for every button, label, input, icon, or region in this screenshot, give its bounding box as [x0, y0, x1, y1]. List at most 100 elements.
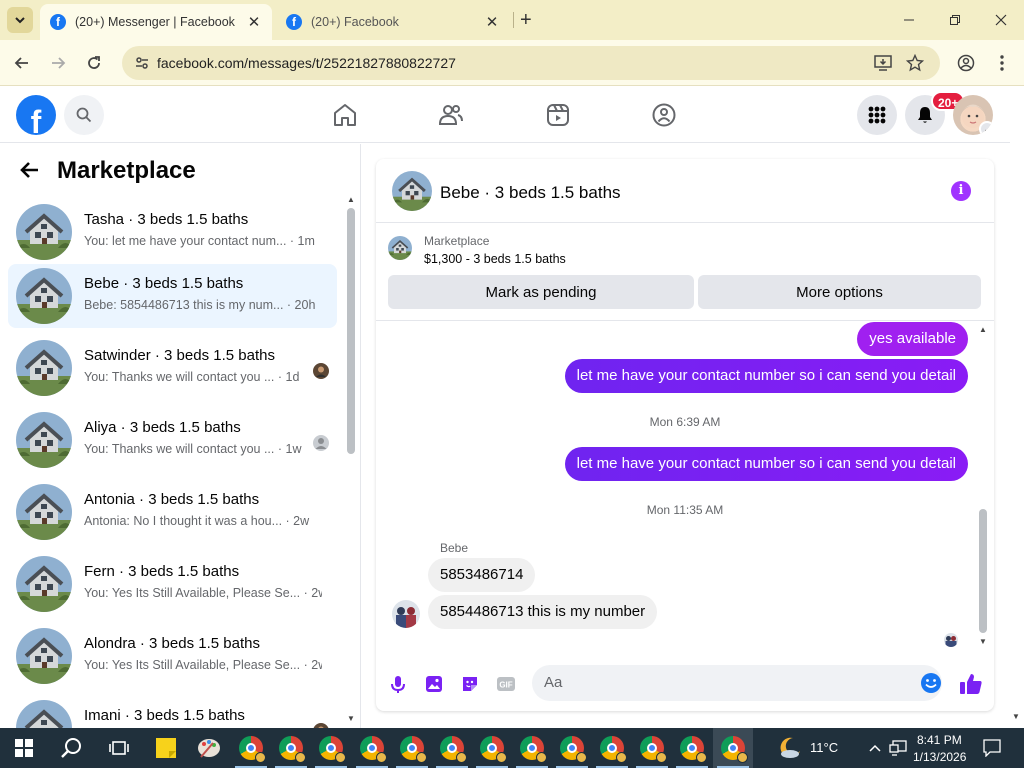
conversation-item[interactable]: Antonia · 3 beds 1.5 baths Antonia: No I… [8, 480, 337, 544]
browser-tab-messenger[interactable]: f (20+) Messenger | Facebook ✕ [40, 4, 272, 40]
reload-button[interactable] [83, 52, 105, 74]
chrome-window-button[interactable] [277, 734, 306, 763]
close-window-button[interactable] [978, 0, 1024, 40]
info-icon[interactable]: i [951, 181, 971, 201]
like-button[interactable] [959, 672, 983, 696]
browser-toolbar: facebook.com/messages/t/2522182788082272… [0, 40, 1024, 86]
weather-temperature[interactable]: 11°C [810, 740, 838, 755]
facebook-favicon-icon: f [286, 14, 302, 30]
scroll-up-arrow-icon[interactable]: ▲ [347, 195, 355, 204]
chat-title[interactable]: Bebe · 3 beds 1.5 baths [440, 183, 621, 203]
conversation-item[interactable]: Tasha · 3 beds 1.5 baths You: let me hav… [8, 200, 337, 264]
conversation-item[interactable]: Fern · 3 beds 1.5 baths You: Yes Its Sti… [8, 552, 337, 616]
chrome-window-button[interactable] [398, 734, 427, 763]
scroll-down-arrow-icon[interactable]: ▼ [979, 637, 987, 646]
chrome-icon [560, 736, 587, 763]
sticky-notes-app[interactable] [152, 734, 180, 762]
page-scroll-down-arrow-icon[interactable]: ▼ [1012, 712, 1020, 721]
chrome-window-button[interactable] [237, 734, 266, 763]
message-timestamp: Mon 11:35 AM [646, 503, 724, 517]
forward-button[interactable] [47, 52, 69, 74]
chrome-window-button[interactable] [638, 734, 667, 763]
groups-nav-button[interactable] [650, 101, 678, 129]
minimize-button[interactable] [886, 0, 932, 40]
grid-menu-icon [868, 106, 886, 124]
sticker-button[interactable] [458, 672, 482, 696]
clock-time[interactable]: 8:41 PM [917, 733, 962, 747]
tab-search-button[interactable] [7, 7, 33, 33]
browser-menu-button[interactable] [991, 52, 1013, 74]
gif-button[interactable]: GIF [494, 672, 518, 696]
taskbar-search-button[interactable] [58, 734, 86, 762]
account-avatar[interactable]: ⌄ [953, 95, 993, 135]
attach-photo-button[interactable] [422, 672, 446, 696]
clock-date[interactable]: 1/13/2026 [913, 750, 966, 764]
weather-widget[interactable] [776, 734, 804, 762]
conversation-time: · 2w [303, 658, 322, 672]
friends-nav-button[interactable] [437, 101, 465, 129]
chrome-window-button[interactable] [678, 734, 707, 763]
conversation-preview: Antonia: No I thought it was a hou... · … [84, 514, 322, 528]
listing-price-title[interactable]: $1,300 - 3 beds 1.5 baths [424, 252, 566, 266]
scrollbar-thumb[interactable] [979, 509, 987, 633]
menu-grid-button[interactable] [857, 95, 897, 135]
network-button[interactable] [884, 734, 912, 762]
bookmark-star-icon[interactable] [905, 53, 925, 73]
close-icon [995, 14, 1007, 26]
tab-close-icon[interactable]: ✕ [246, 13, 262, 31]
conversation-item[interactable]: Imani · 3 beds 1.5 baths [8, 696, 337, 728]
conversation-time: · 1w [277, 442, 302, 456]
restore-button[interactable] [932, 0, 978, 40]
site-info-icon[interactable] [134, 55, 150, 71]
conversation-item[interactable]: Aliya · 3 beds 1.5 baths You: Thanks we … [8, 408, 337, 472]
sender-name: Bebe [440, 541, 469, 555]
tab-close-icon[interactable]: ✕ [484, 13, 500, 31]
conversation-name: Tasha · 3 beds 1.5 baths [84, 211, 249, 228]
voice-clip-button[interactable] [386, 672, 410, 696]
preview-text: You: Yes Its Still Available, Please Se.… [84, 658, 301, 672]
chrome-window-button[interactable] [518, 734, 547, 763]
new-tab-plus-icon[interactable]: + [520, 10, 532, 30]
conversation-item[interactable]: Bebe · 3 beds 1.5 baths Bebe: 5854486713… [8, 264, 337, 328]
more-options-button[interactable]: More options [698, 275, 981, 309]
scroll-up-arrow-icon[interactable]: ▲ [979, 325, 987, 334]
conversation-list-panel: Marketplace Tasha · 3 beds 1.5 baths You… [0, 144, 361, 728]
chrome-window-button[interactable] [719, 734, 748, 763]
chrome-window-button[interactable] [598, 734, 627, 763]
address-bar[interactable]: facebook.com/messages/t/2522182788082272… [122, 46, 940, 80]
chrome-window-button[interactable] [317, 734, 346, 763]
chrome-window-button[interactable] [478, 734, 507, 763]
browser-tab-facebook[interactable]: f (20+) Facebook ✕ [276, 4, 510, 40]
conversation-item[interactable]: Satwinder · 3 beds 1.5 baths You: Thanks… [8, 336, 337, 400]
watch-nav-button[interactable] [544, 101, 572, 129]
install-app-icon[interactable] [873, 53, 893, 73]
chrome-window-button[interactable] [358, 734, 387, 763]
emoji-picker-icon[interactable] [920, 672, 942, 699]
notifications-center-button[interactable] [978, 734, 1006, 762]
back-arrow-icon[interactable] [20, 160, 40, 185]
listing-small-thumbnail[interactable] [388, 236, 412, 260]
back-button[interactable] [11, 52, 33, 74]
chrome-icon [640, 736, 667, 763]
chrome-icon [319, 736, 346, 763]
conversation-name: Imani · 3 beds 1.5 baths [84, 707, 245, 724]
task-view-button[interactable] [105, 734, 133, 762]
home-nav-button[interactable] [331, 101, 359, 129]
chrome-window-button[interactable] [438, 734, 467, 763]
sender-avatar[interactable] [392, 600, 420, 628]
scrollbar-thumb[interactable] [347, 208, 355, 454]
start-button[interactable] [10, 734, 38, 762]
scroll-down-arrow-icon[interactable]: ▼ [347, 714, 355, 723]
message-input[interactable]: Aa [532, 665, 942, 701]
profile-button[interactable] [955, 52, 977, 74]
facebook-logo-icon[interactable]: f [16, 95, 56, 135]
conversation-item[interactable]: Alondra · 3 beds 1.5 baths You: Yes Its … [8, 624, 337, 688]
restore-icon [950, 15, 960, 25]
chrome-window-button[interactable] [558, 734, 587, 763]
facebook-search-button[interactable] [64, 95, 104, 135]
mark-as-pending-button[interactable]: Mark as pending [388, 275, 694, 309]
listing-thumbnail[interactable] [392, 171, 432, 211]
network-icon [889, 740, 907, 756]
preview-text: You: Thanks we will contact you ... [84, 442, 275, 456]
paint-app[interactable] [195, 734, 223, 762]
